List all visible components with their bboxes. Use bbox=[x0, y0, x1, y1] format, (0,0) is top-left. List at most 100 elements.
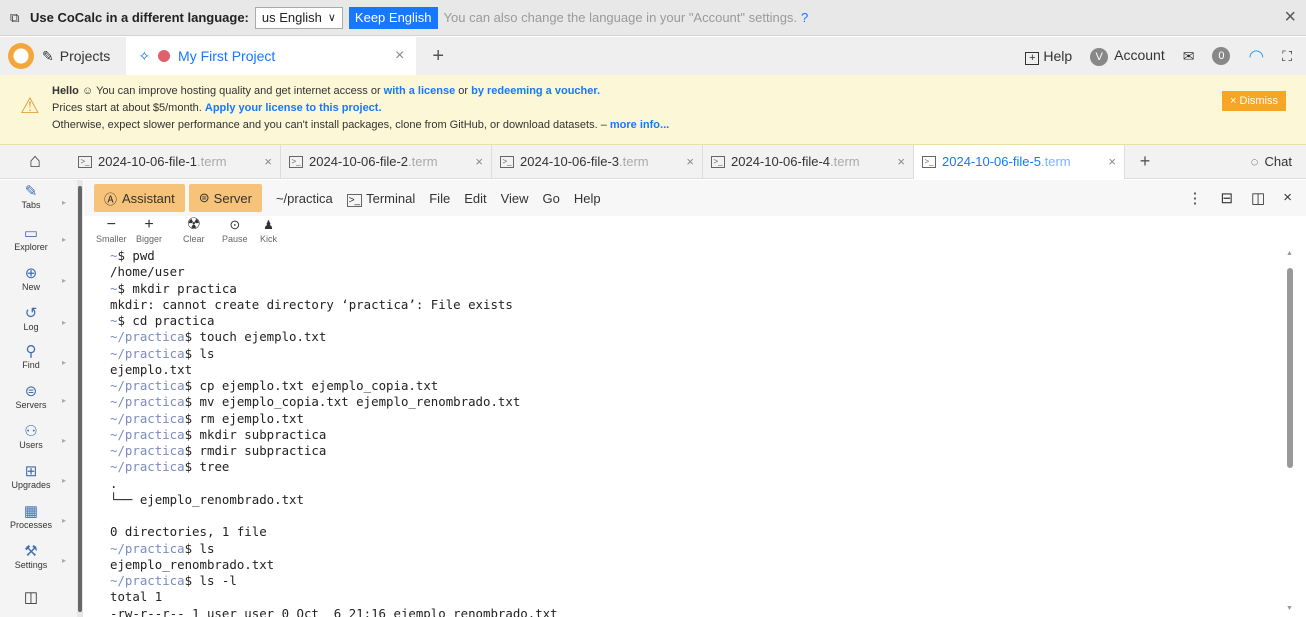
terminal-output[interactable]: ~$ pwd/home/user ~$ mkdir practica mkdir: … bbox=[84, 248, 1284, 617]
sidebar-item-tabs[interactable]: ✎ Tabs bbox=[0, 184, 62, 211]
menu-go[interactable]: Go bbox=[543, 191, 560, 206]
terminal-scrollbar[interactable]: ▲ ▼ bbox=[1286, 250, 1294, 612]
scroll-down-icon[interactable]: ▼ bbox=[1286, 605, 1293, 612]
close-tab-icon[interactable]: × bbox=[1108, 154, 1116, 169]
chevron-right-icon[interactable]: ▸ bbox=[62, 476, 66, 485]
scroll-up-icon[interactable]: ▲ bbox=[1286, 250, 1293, 257]
fullscreen-icon[interactable]: ⛶ bbox=[1282, 48, 1292, 65]
search-icon: ⚲ bbox=[25, 343, 37, 360]
terminal-label: Terminal bbox=[366, 190, 416, 206]
plus-icon: + bbox=[144, 216, 154, 233]
terminal-menu[interactable]: >_ Terminal bbox=[346, 190, 416, 207]
home-icon[interactable]: ⌂ bbox=[0, 150, 70, 173]
prompt-command: $ mkdir subpractica bbox=[184, 426, 327, 442]
clear-icon: ☢ bbox=[186, 216, 201, 233]
split-vertical-icon[interactable]: ◫ bbox=[1251, 189, 1265, 207]
license-banner: ⚠ Hello ☺ You can improve hosting qualit… bbox=[0, 75, 1306, 145]
pause-button[interactable]: ⊙ Pause bbox=[222, 216, 248, 244]
sidebar-item-log[interactable]: ↺ Log bbox=[0, 306, 62, 333]
close-icon[interactable]: × bbox=[1284, 6, 1296, 29]
new-project-tab-icon[interactable]: + bbox=[432, 45, 444, 68]
notification-badge[interactable]: 0 bbox=[1212, 47, 1231, 65]
apply-license-link[interactable]: Apply your license to this project. bbox=[205, 102, 382, 114]
keep-english-button[interactable]: Keep English bbox=[348, 6, 438, 29]
help-button[interactable]: + Help bbox=[1025, 48, 1072, 65]
chat-button[interactable]: ◌ Chat bbox=[1251, 154, 1306, 169]
chevron-down-icon: ∨ bbox=[327, 12, 336, 24]
wifi-icon[interactable]: ◠ bbox=[1248, 46, 1264, 67]
dismiss-button[interactable]: × Dismiss bbox=[1222, 91, 1286, 111]
bigger-button[interactable]: + Bigger bbox=[136, 216, 162, 244]
sidebar-item-settings[interactable]: ⚒ Settings bbox=[0, 544, 62, 571]
file-tab-active[interactable]: >_ 2024-10-06-file-5 .term × bbox=[914, 144, 1125, 179]
terminal-line: ejemplo.txt bbox=[110, 361, 193, 377]
sidebar-item-processes[interactable]: ▦ Processes bbox=[0, 504, 62, 531]
prompt-command: $ mv ejemplo_copia.txt ejemplo_renombrad… bbox=[184, 394, 521, 410]
chevron-right-icon[interactable]: ▸ bbox=[62, 516, 66, 525]
sidebar-scrollbar-thumb[interactable] bbox=[78, 186, 82, 612]
sidebar-collapse[interactable]: ◫ bbox=[0, 590, 62, 606]
terminal-icon: >_ bbox=[289, 155, 303, 168]
menu-file[interactable]: File bbox=[429, 191, 450, 206]
language-select[interactable]: us English ∨ bbox=[254, 6, 343, 29]
chevron-right-icon[interactable]: ▸ bbox=[62, 358, 66, 367]
menu-edit[interactable]: Edit bbox=[464, 191, 486, 206]
close-tab-icon[interactable]: × bbox=[475, 154, 483, 169]
menu-help[interactable]: Help bbox=[574, 191, 601, 206]
voucher-link[interactable]: by redeeming a voucher. bbox=[471, 85, 600, 97]
file-tab[interactable]: >_ 2024-10-06-file-3 .term × bbox=[492, 144, 703, 179]
warning-icon: ⚠ bbox=[20, 93, 40, 118]
chevron-right-icon[interactable]: ▸ bbox=[62, 235, 66, 244]
mail-icon[interactable]: ✉ bbox=[1183, 48, 1195, 65]
sidebar-item-servers[interactable]: ⊜ Servers bbox=[0, 384, 62, 411]
sidebar-item-users[interactable]: ⚇ Users bbox=[0, 423, 62, 451]
project-tab[interactable]: ✧ My First Project × bbox=[126, 37, 417, 75]
prompt-command: $ ls bbox=[184, 345, 215, 361]
sidebar-item-new[interactable]: ⊕ New bbox=[0, 266, 62, 293]
file-tab-ext: .term bbox=[408, 154, 438, 169]
close-project-icon[interactable]: × bbox=[395, 47, 404, 65]
more-icon[interactable]: ⋮ bbox=[1187, 189, 1202, 207]
assistant-button[interactable]: Ⓐ Assistant bbox=[94, 184, 185, 212]
split-horizontal-icon[interactable]: ⊟ bbox=[1220, 189, 1233, 207]
prompt-command: $ ls -l bbox=[184, 573, 237, 588]
terminal-line: . bbox=[110, 475, 118, 491]
server-button[interactable]: ⊜ Server bbox=[188, 184, 262, 212]
close-tab-icon[interactable]: × bbox=[264, 154, 272, 169]
terminal-icon: >_ bbox=[711, 155, 725, 168]
smaller-button[interactable]: − Smaller bbox=[96, 216, 127, 244]
banner-hello: Hello bbox=[52, 85, 79, 97]
cocalc-logo-icon[interactable] bbox=[8, 43, 34, 69]
clear-button[interactable]: ☢ Clear bbox=[183, 216, 205, 244]
file-tab[interactable]: >_ 2024-10-06-file-1 .term × bbox=[70, 144, 281, 179]
sidebar-item-find[interactable]: ⚲ Find bbox=[0, 343, 62, 371]
sidebar-item-explorer[interactable]: ▭ Explorer bbox=[0, 226, 62, 253]
chevron-right-icon[interactable]: ▸ bbox=[62, 318, 66, 327]
close-tab-icon[interactable]: × bbox=[686, 154, 694, 169]
file-tab[interactable]: >_ 2024-10-06-file-4 .term × bbox=[703, 144, 914, 179]
new-file-tab-icon[interactable]: + bbox=[1125, 151, 1165, 172]
projects-button[interactable]: ✎ Projects bbox=[42, 48, 110, 65]
close-frame-icon[interactable]: × bbox=[1283, 189, 1292, 207]
more-info-link[interactable]: more info... bbox=[610, 119, 669, 131]
sparkle-icon: ✧ bbox=[138, 47, 151, 64]
users-icon: ⚇ bbox=[24, 423, 38, 440]
help-label: Help bbox=[1043, 47, 1073, 64]
chevron-right-icon[interactable]: ▸ bbox=[62, 436, 66, 445]
terminal-scrollbar-thumb[interactable] bbox=[1287, 268, 1293, 468]
current-path[interactable]: ~/practica bbox=[276, 191, 333, 206]
kick-button[interactable]: ♟ Kick bbox=[260, 216, 277, 244]
close-tab-icon[interactable]: × bbox=[897, 154, 905, 169]
terminal-line: ~$ pwd bbox=[110, 248, 1284, 264]
file-tab[interactable]: >_ 2024-10-06-file-2 .term × bbox=[281, 144, 492, 179]
help-circle-icon[interactable]: ? bbox=[801, 10, 808, 25]
chevron-right-icon[interactable]: ▸ bbox=[62, 276, 66, 285]
banner-line-1: Hello ☺ You can improve hosting quality … bbox=[52, 83, 669, 100]
sidebar-item-upgrades[interactable]: ⊞ Upgrades bbox=[0, 464, 62, 491]
menu-view[interactable]: View bbox=[501, 191, 529, 206]
account-button[interactable]: V Account bbox=[1090, 47, 1165, 66]
license-link[interactable]: with a license bbox=[384, 85, 456, 97]
chevron-right-icon[interactable]: ▸ bbox=[62, 198, 66, 207]
chevron-right-icon[interactable]: ▸ bbox=[62, 556, 66, 565]
chevron-right-icon[interactable]: ▸ bbox=[62, 396, 66, 405]
